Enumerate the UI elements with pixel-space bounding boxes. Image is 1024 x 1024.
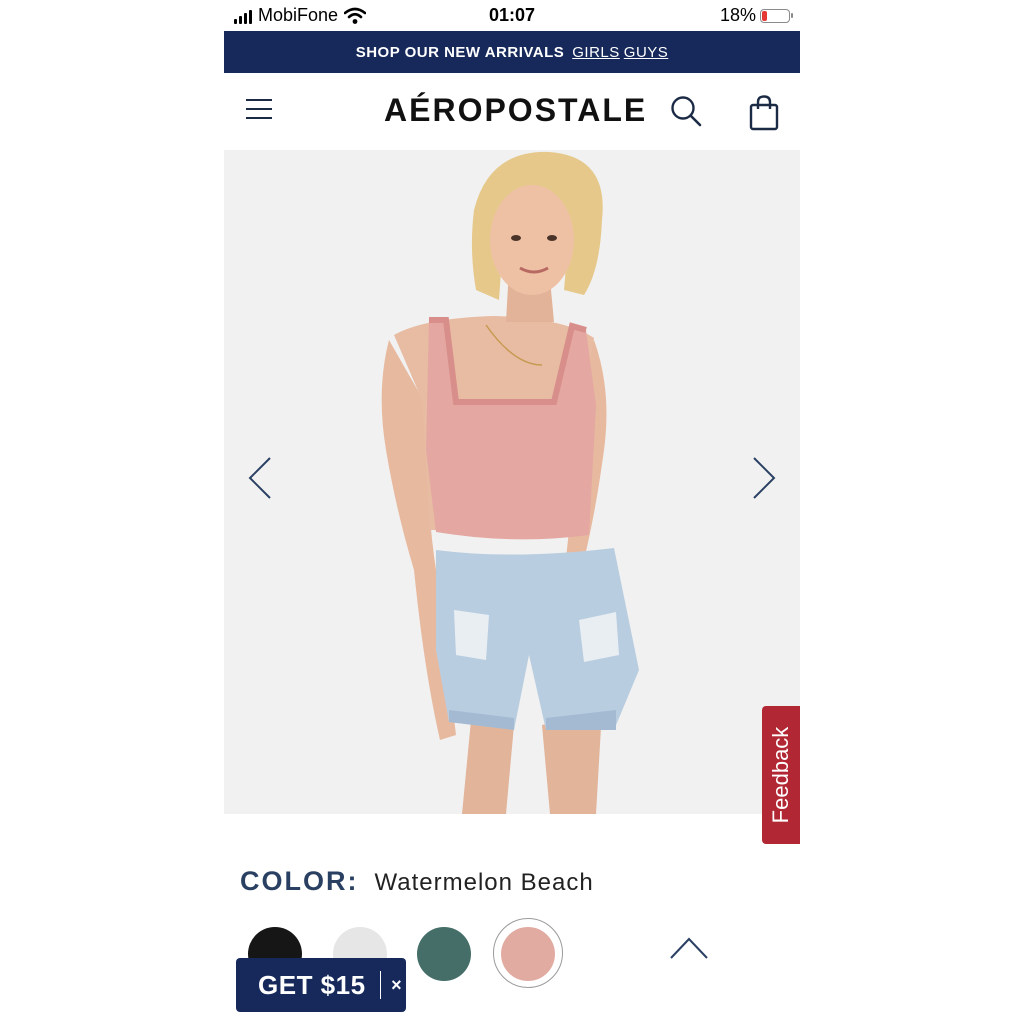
menu-icon[interactable] [246, 99, 274, 121]
color-value: Watermelon Beach [374, 869, 594, 896]
chevron-right-icon[interactable] [748, 455, 778, 501]
feedback-label: Feedback [768, 726, 793, 824]
close-icon[interactable]: × [391, 975, 402, 996]
status-time: 01:07 [488, 5, 536, 25]
status-bar: MobiFone 01:07 18% [224, 0, 800, 30]
promo-banner: SHOP OUR NEW ARRIVALS GIRLS GUYS [224, 31, 800, 73]
chevron-up-icon[interactable] [668, 934, 710, 962]
product-image[interactable] [224, 150, 800, 814]
girls-link[interactable]: GIRLS [572, 44, 620, 61]
color-swatch-watermelon[interactable] [501, 927, 555, 981]
guys-link[interactable]: GUYS [624, 44, 669, 61]
get-15-label[interactable]: GET $15 [258, 970, 366, 1001]
color-label: COLOR: [240, 866, 359, 896]
search-icon[interactable] [669, 94, 703, 128]
phone-screen: MobiFone 01:07 18% SHOP OUR NEW ARRIVALS… [224, 0, 800, 1024]
color-selector-header: COLOR: Watermelon Beach [240, 866, 594, 897]
site-header: AÉROPOSTALE [224, 74, 800, 150]
shopping-bag-icon[interactable] [747, 94, 781, 132]
model-photo [224, 150, 800, 814]
battery-fill [762, 10, 768, 21]
feedback-tab[interactable]: Feedback [762, 706, 800, 844]
get-15-promo-button[interactable]: GET $15 × [236, 958, 406, 1012]
brand-logo[interactable]: AÉROPOSTALE [384, 92, 645, 129]
battery-icon [760, 8, 793, 23]
promo-text[interactable]: SHOP OUR NEW ARRIVALS [356, 44, 565, 61]
battery-percent: 18% [719, 5, 756, 25]
chevron-left-icon[interactable] [246, 455, 276, 501]
status-right: 18% [719, 5, 793, 26]
divider [379, 971, 382, 999]
color-swatch-teal[interactable] [417, 927, 471, 981]
